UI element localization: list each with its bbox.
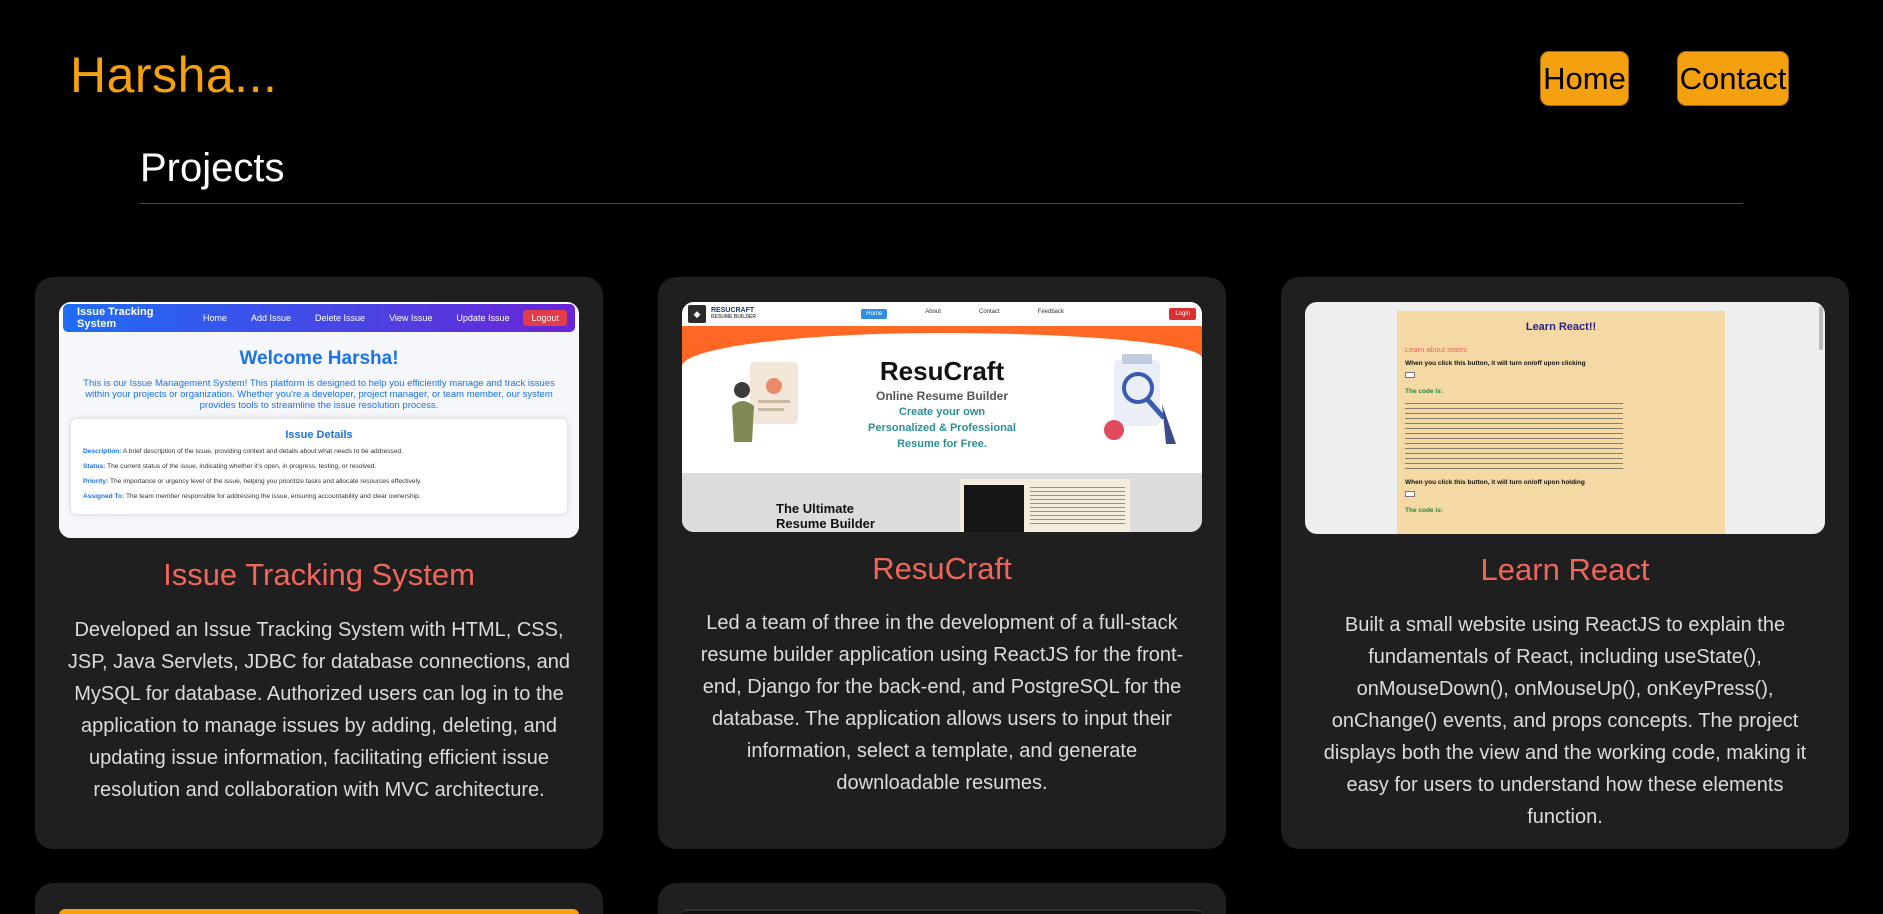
lr-demo-button xyxy=(1405,491,1415,497)
project-title[interactable]: ResuCraft xyxy=(658,551,1226,587)
its-row: Status: The current status of the issue,… xyxy=(83,463,377,470)
rc-lower: The Ultimate Resume Builder xyxy=(682,473,1202,532)
project-card-learn-react[interactable]: Learn React!! Learn about states When yo… xyxy=(1281,277,1849,849)
its-brand: Issue Tracking System xyxy=(77,306,154,330)
its-link: View Issue xyxy=(389,313,433,323)
nav-contact-button[interactable]: Contact xyxy=(1677,51,1789,106)
project-screenshot-partial xyxy=(682,909,1202,914)
project-card-partial[interactable] xyxy=(35,883,603,914)
rc-navbar: ◆ RESUCRAFT RESUME BUILDER Home About Co… xyxy=(682,302,1202,326)
its-row: Description: A brief description of the … xyxy=(83,448,403,455)
its-link: Delete Issue xyxy=(315,313,366,323)
project-card-partial[interactable] xyxy=(658,883,1226,914)
lr-code-label: The code is: xyxy=(1405,507,1443,514)
rc-logo-icon: ◆ xyxy=(688,305,706,323)
project-description: Developed an Issue Tracking System with … xyxy=(67,619,571,801)
its-link: Update Issue xyxy=(456,313,510,323)
rc-sample-resume xyxy=(960,479,1130,532)
project-title[interactable]: Learn React xyxy=(1281,552,1849,588)
its-link: Home xyxy=(202,313,227,323)
nav-home-button[interactable]: Home xyxy=(1540,51,1629,106)
rc-login: Login xyxy=(1169,308,1196,320)
lr-sub: Learn about states xyxy=(1405,345,1468,354)
its-details-box: Issue Details Description: A brief descr… xyxy=(71,419,567,514)
its-navbar: Issue Tracking System Home Add Issue Del… xyxy=(63,304,575,332)
its-body: Welcome Harsha! This is our Issue Manage… xyxy=(59,332,579,538)
its-welcome: Welcome Harsha! xyxy=(239,348,399,369)
lr-heading: Learn React!! xyxy=(1525,321,1597,333)
lr-line: When you click this button, it will turn… xyxy=(1405,479,1585,486)
project-screenshot[interactable]: ◆ RESUCRAFT RESUME BUILDER Home About Co… xyxy=(682,302,1202,532)
its-box-title: Issue Details xyxy=(285,429,353,441)
its-logout: Logout xyxy=(523,310,567,326)
rc-hero: ResuCraft Online Resume Builder Create y… xyxy=(682,326,1202,473)
rc-logo-text: RESUCRAFT RESUME BUILDER xyxy=(711,307,757,320)
rc-ultimate-text: The Ultimate Resume Builder xyxy=(776,501,875,531)
project-screenshot-partial xyxy=(59,909,579,914)
lr-code-block xyxy=(1405,403,1624,469)
project-title[interactable]: Issue Tracking System xyxy=(35,557,603,593)
rc-links: Home About Contact Feedback xyxy=(756,309,1169,319)
magnifier-illustration-icon xyxy=(1104,354,1176,444)
project-card-resucraft[interactable]: ◆ RESUCRAFT RESUME BUILDER Home About Co… xyxy=(658,277,1226,849)
its-row: Priority: The importance or urgency leve… xyxy=(83,478,422,485)
project-description: Led a team of three in the development o… xyxy=(700,612,1184,794)
its-row: Assigned To: The team member responsible… xyxy=(83,493,421,500)
project-screenshot[interactable]: Issue Tracking System Home Add Issue Del… xyxy=(59,302,579,538)
lr-line: When you click this button, it will turn… xyxy=(1405,360,1586,367)
project-description: Built a small website using ReactJS to e… xyxy=(1323,614,1807,828)
brand-logo[interactable]: Harsha... xyxy=(70,46,277,104)
its-intro: This is our Issue Management System! Thi… xyxy=(83,378,555,411)
section-title: Projects xyxy=(140,146,285,190)
project-card-issue-tracking[interactable]: Issue Tracking System Home Add Issue Del… xyxy=(35,277,603,849)
project-screenshot[interactable]: Learn React!! Learn about states When yo… xyxy=(1305,302,1825,534)
scrollbar xyxy=(1819,306,1823,350)
lr-demo-button xyxy=(1405,372,1415,378)
lr-code-label: The code is: xyxy=(1405,388,1443,395)
lr-page: Learn React!! Learn about states When yo… xyxy=(1397,311,1725,534)
section-divider xyxy=(140,203,1743,204)
its-link: Add Issue xyxy=(251,313,292,323)
